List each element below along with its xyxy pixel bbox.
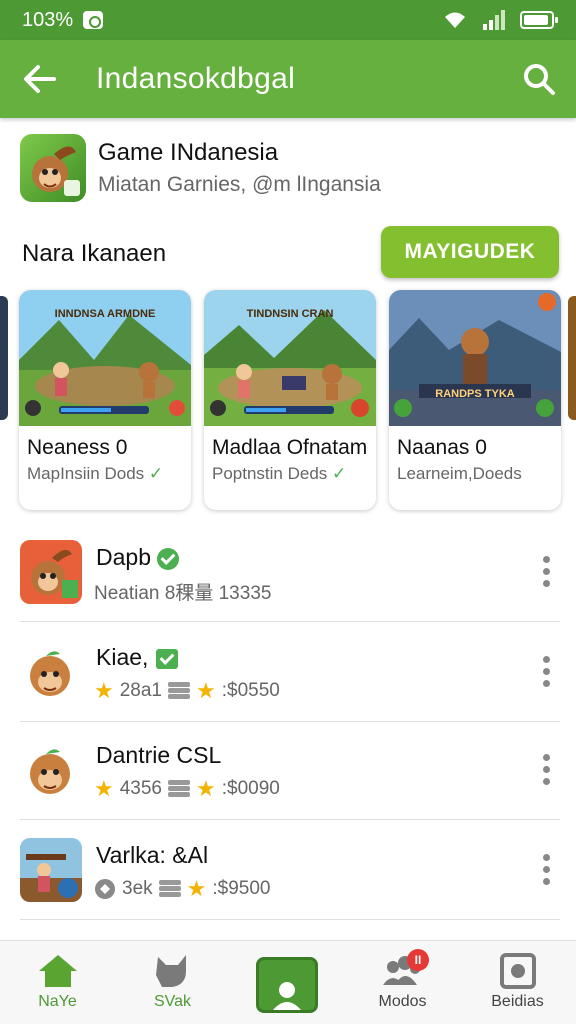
star-icon: ★ [196, 776, 216, 801]
rating-value: 28a1 [119, 680, 163, 701]
card-title: Madlaa Ofnatam [212, 436, 368, 459]
media-icon [499, 953, 536, 989]
divider [20, 919, 560, 920]
list-item[interactable]: Dapb Neatian 8稞量 13335 [0, 522, 576, 622]
profile-icon [256, 957, 318, 1013]
app-icon [20, 540, 82, 604]
bottom-navigation: NaYe SVak II Modos Beidias [0, 940, 576, 1024]
list-item-meta: Neatian 8稞量 13335 [94, 583, 272, 604]
more-options-icon[interactable] [540, 556, 552, 590]
list-item-meta: ★ 28a1 ★ :$0550 [94, 678, 280, 704]
card-subtitle: Learneim,Doeds [397, 464, 522, 483]
card-title: Naanas 0 [397, 436, 487, 459]
card-subtitle: MapInsiin Dods ✓ [27, 464, 164, 483]
stack-icon [168, 780, 191, 798]
nav-label: Beidias [491, 993, 544, 1010]
nav-modos[interactable]: II Modos [345, 941, 460, 1024]
verified-badge-icon [156, 547, 179, 570]
nav-label: SVak [153, 993, 192, 1010]
stack-icon [158, 880, 181, 898]
verified-badge-icon [156, 648, 179, 669]
shield-icon [95, 879, 115, 899]
list-item-meta: 3ek ★ :$9500 [94, 876, 271, 902]
more-options-icon[interactable] [540, 854, 552, 888]
carousel-peek-right [568, 296, 576, 420]
verified-check-icon: ✓ [332, 464, 347, 483]
rating-value: 3ek [122, 878, 153, 899]
notification-badge: II [407, 949, 429, 971]
price-value: :$0090 [221, 778, 280, 799]
developer-header[interactable]: Game INdanesia Miatan Garnies, @m lIngan… [20, 130, 560, 206]
thumbnail-title: TINDNSIN CRAN [246, 308, 334, 320]
nav-beidias[interactable]: Beidias [460, 941, 575, 1024]
list-item-title: Dapb [96, 544, 179, 571]
list-item[interactable]: Kiae, ★ 28a1 ★ :$0550 [0, 622, 576, 722]
battery-icon [520, 11, 558, 29]
app-icon [20, 640, 82, 704]
star-icon: ★ [196, 678, 216, 703]
app-bar: Indansokdbgal [0, 40, 576, 118]
list-item-title: Varlka: &Al [96, 842, 209, 868]
card-subtitle: Poptnstin Deds ✓ [212, 464, 347, 483]
list-item[interactable]: Varlka: &Al 3ek ★ :$9500 [0, 820, 576, 920]
verified-check-icon: ✓ [148, 464, 164, 483]
app-icon [20, 738, 82, 802]
cat-icon [155, 955, 186, 987]
list-item-meta: ★ 4356 ★ :$0090 [94, 776, 280, 802]
app-icon [20, 838, 82, 902]
list-item[interactable]: Dantrie CSL ★ 4356 ★ :$0090 [0, 720, 576, 820]
star-icon: ★ [94, 776, 114, 801]
wifi-icon [445, 12, 465, 28]
nav-label: NaYe [38, 993, 77, 1010]
battery-percent: 103% [22, 8, 74, 31]
game-card[interactable]: INNDNSA ARMDNE Neaness 0 MapInsiin Dods … [19, 290, 191, 510]
developer-name: Game INdanesia [98, 139, 279, 166]
search-icon[interactable] [522, 62, 556, 96]
list-item-title: Kiae, [96, 644, 179, 671]
stack-icon [168, 682, 191, 700]
developer-logo [20, 134, 86, 202]
thumbnail-title: RANDPS TYKA [435, 388, 515, 400]
home-icon [38, 955, 77, 987]
nav-label: Modos [378, 993, 427, 1010]
game-card[interactable]: TINDNSIN CRAN Madlaa Ofnatam Poptnstin D… [204, 290, 376, 510]
card-title: Neaness 0 [27, 436, 128, 459]
price-value: :$0550 [221, 680, 280, 701]
notification-icon [83, 11, 104, 29]
developer-subtitle: Miatan Garnies, @m lIngansia [98, 173, 381, 196]
nav-svak[interactable]: SVak [115, 941, 230, 1024]
status-bar: 103% [0, 0, 576, 40]
signal-icon [483, 10, 505, 30]
carousel-peek-left [0, 296, 8, 420]
page-title: Indansokdbgal [96, 62, 296, 95]
game-thumbnail [389, 290, 561, 426]
thumbnail-title: INNDNSA ARMDNE [54, 308, 156, 320]
star-icon: ★ [94, 678, 114, 703]
nav-profile[interactable] [230, 941, 345, 1024]
section-title: Nara Ikanaen [22, 240, 167, 267]
nav-home[interactable]: NaYe [0, 941, 115, 1024]
list-item-title: Dantrie CSL [96, 742, 222, 768]
rating-value: 4356 [119, 778, 163, 799]
game-card[interactable]: RANDPS TYKA Naanas 0 Learneim,Doeds [389, 290, 561, 510]
more-options-icon[interactable] [540, 754, 552, 788]
price-value: :$9500 [212, 878, 271, 899]
more-options-icon[interactable] [540, 656, 552, 690]
section-action-button[interactable]: MAYIGUDEK [381, 226, 559, 278]
star-icon: ★ [186, 876, 207, 901]
back-arrow-icon[interactable] [20, 61, 60, 97]
